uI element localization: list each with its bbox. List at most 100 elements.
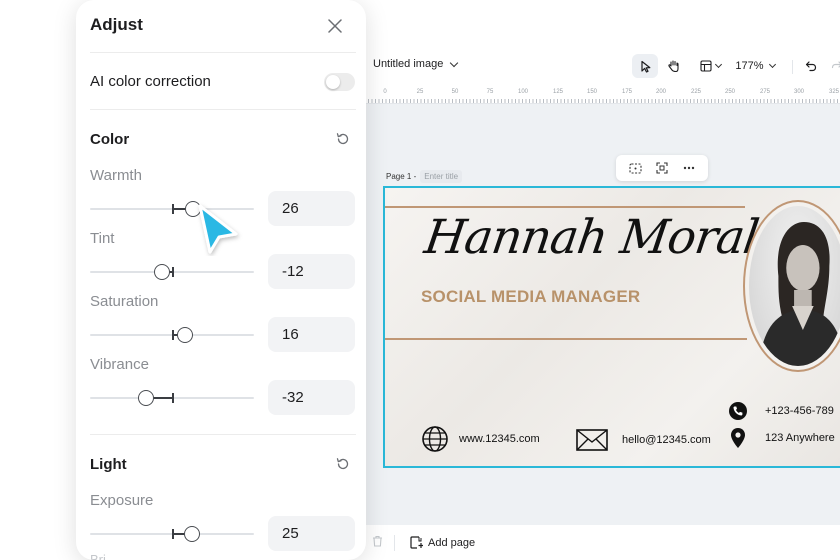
- floating-toolbar: [616, 155, 708, 181]
- tint-label: Tint: [90, 230, 115, 247]
- saturation-value-input[interactable]: 16: [268, 317, 355, 352]
- brightness-label-partial: Bri...: [90, 552, 117, 560]
- trash-icon[interactable]: [372, 535, 383, 550]
- ruler-label: 50: [451, 89, 459, 95]
- phone-contact: +123-456-789: [729, 402, 834, 420]
- phone-icon: [729, 402, 747, 420]
- address-text: 123 Anywhere: [765, 432, 835, 444]
- ruler-label: 300: [793, 89, 805, 95]
- reset-icon: [336, 133, 349, 145]
- card-middle-line: [385, 338, 747, 340]
- envelope-icon: [576, 429, 608, 451]
- toggle-knob: [326, 75, 340, 89]
- chevron-down-icon: [768, 60, 776, 69]
- divider: [90, 434, 356, 435]
- globe-icon: [421, 425, 449, 453]
- vibrance-value-input[interactable]: -32: [268, 380, 355, 415]
- adjust-panel: Adjust AI color correction Color Warmth …: [76, 0, 366, 560]
- close-icon: [328, 19, 342, 33]
- more-options-icon[interactable]: [682, 162, 696, 174]
- slider-center-mark: [172, 204, 174, 214]
- email-contact: hello@12345.com: [576, 429, 711, 451]
- redo-button[interactable]: [830, 54, 840, 78]
- bottombar-divider: [394, 535, 395, 551]
- exposure-value-input[interactable]: 25: [268, 516, 355, 551]
- reset-icon: [336, 458, 349, 470]
- slider-center-mark: [172, 330, 174, 340]
- portrait-photo: [749, 206, 840, 366]
- undo-icon: [805, 61, 817, 72]
- page-label: Page 1 - Enter title: [386, 170, 463, 183]
- address-contact: 123 Anywhere: [731, 428, 835, 448]
- light-reset-button[interactable]: [334, 455, 352, 473]
- slider-thumb[interactable]: [183, 526, 200, 542]
- select-area-icon[interactable]: [628, 162, 642, 174]
- ruler-label: 0: [383, 89, 387, 95]
- select-tool-button[interactable]: [632, 54, 658, 78]
- doc-title: Untitled image: [373, 58, 444, 70]
- add-page-button[interactable]: Add page: [410, 536, 475, 549]
- saturation-label: Saturation: [90, 293, 159, 310]
- slider-thumb[interactable]: [137, 390, 154, 406]
- doc-title-dropdown[interactable]: Untitled image: [373, 58, 459, 70]
- color-section-title: Color: [90, 131, 130, 148]
- website-contact: www.12345.com: [421, 425, 540, 453]
- ruler-label: 200: [655, 89, 667, 95]
- exposure-label: Exposure: [90, 492, 154, 509]
- chevron-down-icon: [714, 60, 722, 69]
- slider-thumb[interactable]: [154, 264, 171, 280]
- exposure-slider[interactable]: [90, 526, 254, 542]
- divider: [90, 52, 356, 53]
- add-page-icon: [410, 536, 423, 549]
- editor-topbar: Untitled image 177%: [340, 44, 840, 88]
- layout-icon: [699, 60, 712, 72]
- hand-icon: [668, 60, 679, 73]
- color-reset-button[interactable]: [334, 130, 352, 148]
- slider-center-mark: [172, 529, 174, 539]
- page-title-input[interactable]: Enter title: [420, 170, 463, 183]
- saturation-slider[interactable]: [90, 327, 254, 343]
- vibrance-label: Vibrance: [90, 356, 149, 373]
- slider-center-mark: [172, 267, 174, 277]
- vibrance-slider[interactable]: [90, 390, 254, 406]
- horizontal-ruler: 0 25 50 75 100 125 150 175 200 225 250 2…: [340, 88, 840, 104]
- ai-color-correction-toggle[interactable]: [324, 73, 355, 91]
- tint-slider[interactable]: [90, 264, 254, 280]
- ruler-label: 225: [690, 89, 702, 95]
- warmth-value-input[interactable]: 26: [268, 191, 355, 226]
- select-arrow-icon: [640, 60, 650, 73]
- layout-dropdown[interactable]: [694, 54, 726, 78]
- ruler-label: 250: [724, 89, 736, 95]
- zoom-dropdown[interactable]: 177%: [734, 54, 776, 78]
- website-text: www.12345.com: [459, 433, 540, 445]
- ruler-label: 150: [586, 89, 598, 95]
- chevron-down-icon: [450, 58, 459, 67]
- undo-button[interactable]: [802, 54, 820, 78]
- zoom-level: 177%: [735, 60, 764, 72]
- close-button[interactable]: [326, 17, 344, 35]
- editor-window: Untitled image 177% 0 25 50 75 100 125 1…: [340, 44, 840, 560]
- business-card-canvas[interactable]: Hannah Morales SOCIAL MEDIA MANAGER www.…: [383, 186, 840, 468]
- email-text: hello@12345.com: [622, 434, 711, 446]
- divider: [90, 109, 356, 110]
- ai-color-correction-label: AI color correction: [90, 73, 211, 90]
- light-section-title: Light: [90, 456, 127, 473]
- redo-icon: [831, 61, 840, 69]
- ruler-label: 175: [621, 89, 633, 95]
- portrait-frame: [743, 200, 840, 372]
- hand-tool-button[interactable]: [662, 54, 686, 78]
- toolbar-divider: [792, 60, 793, 74]
- ruler-label: 125: [552, 89, 564, 95]
- ruler-ticks: [340, 99, 840, 103]
- warmth-label: Warmth: [90, 167, 142, 184]
- tint-value-input[interactable]: -12: [268, 254, 355, 289]
- phone-text: +123-456-789: [765, 405, 834, 417]
- slider-center-mark: [172, 393, 174, 403]
- slider-thumb[interactable]: [177, 327, 194, 343]
- ruler-label: 75: [486, 89, 494, 95]
- add-page-label: Add page: [428, 536, 476, 549]
- editor-bottombar: Add page: [340, 525, 840, 560]
- panel-title: Adjust: [90, 15, 143, 34]
- ruler-label: 100: [517, 89, 529, 95]
- scan-icon[interactable]: [655, 162, 669, 174]
